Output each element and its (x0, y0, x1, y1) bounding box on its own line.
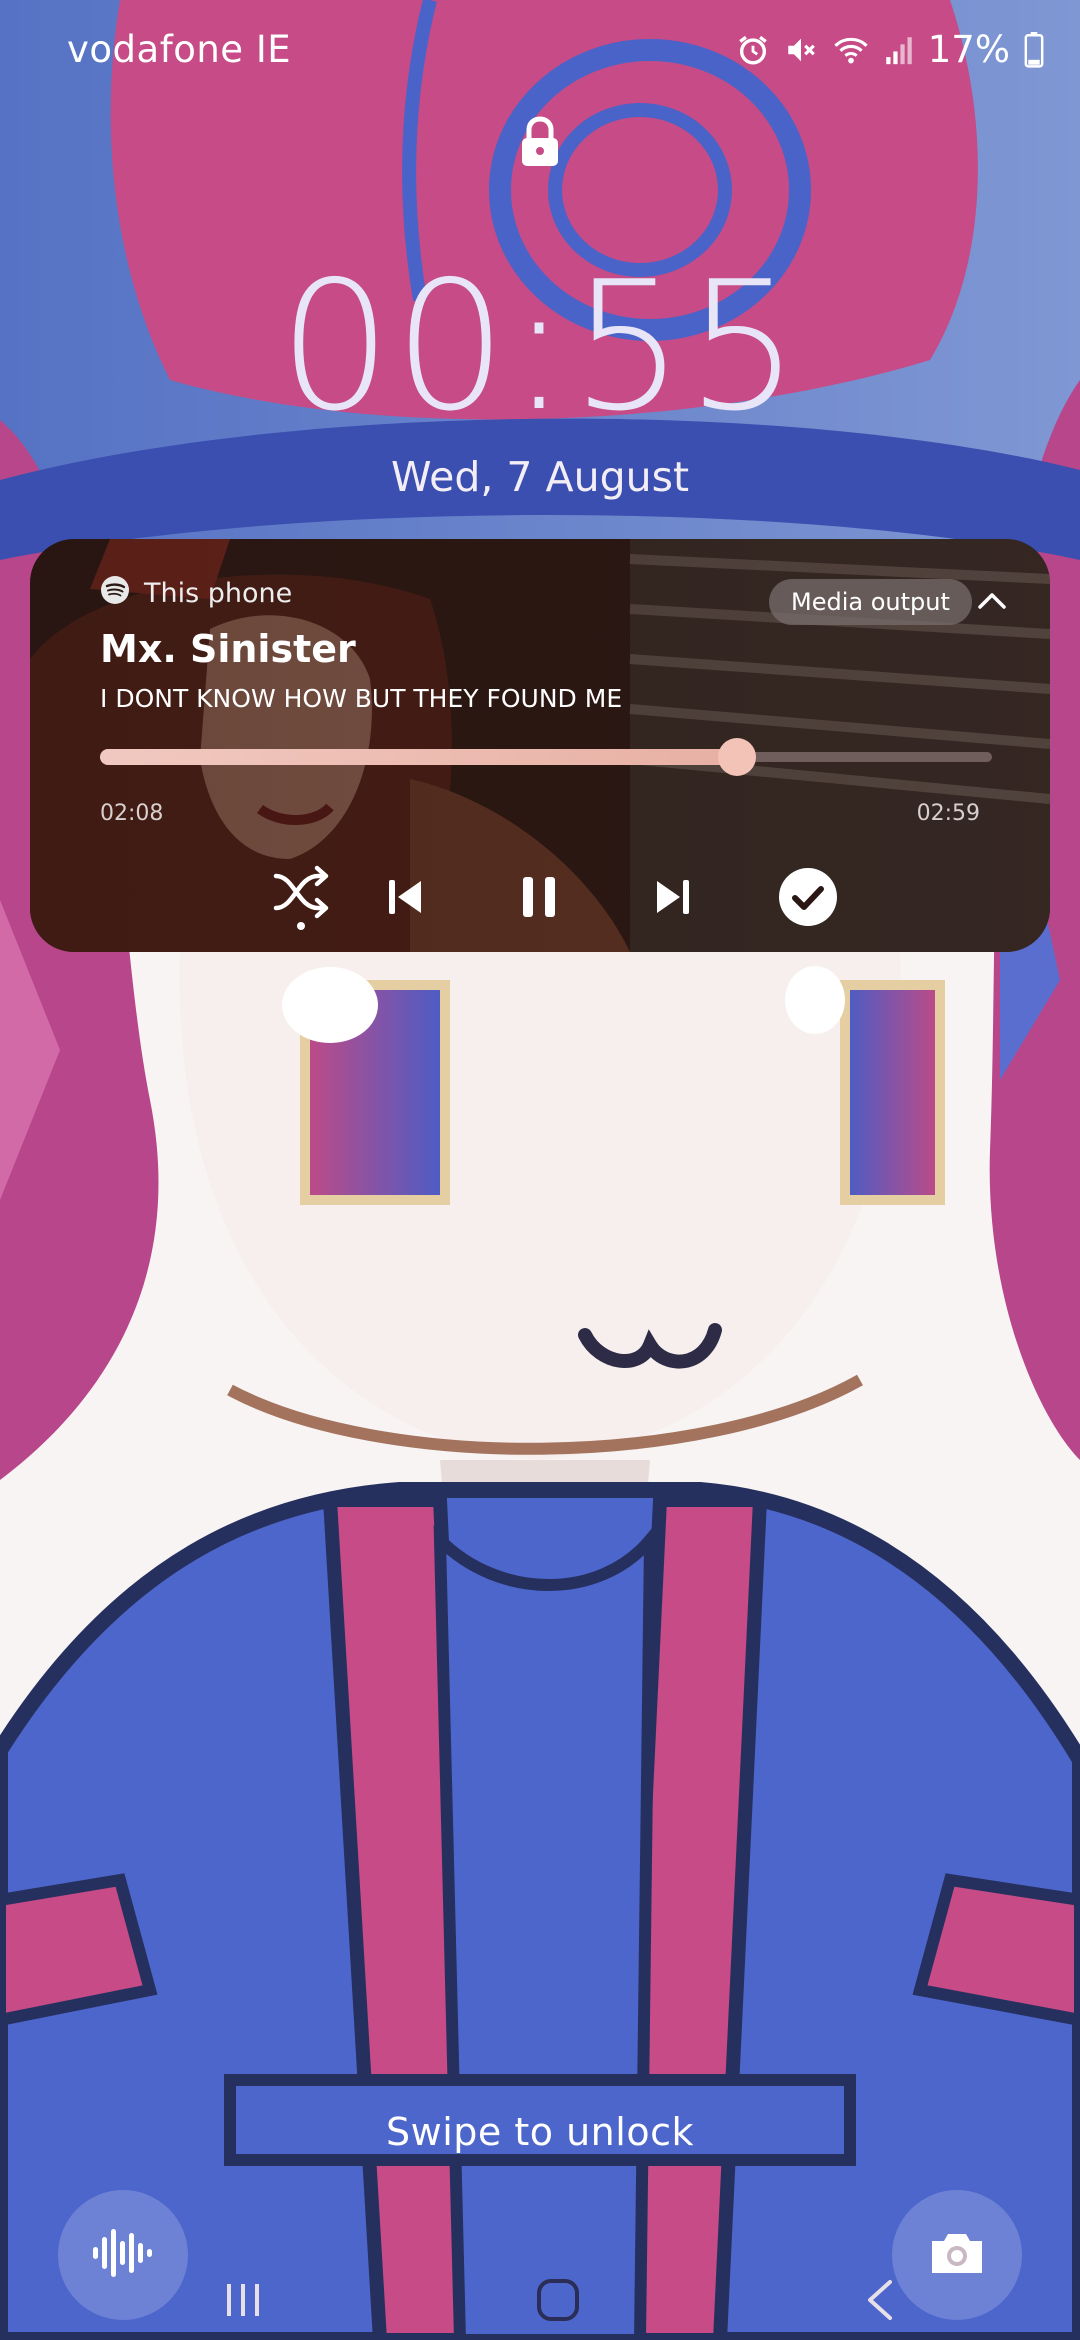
seekbar-fill (100, 749, 737, 765)
media-player-card[interactable]: This phone Media output Mx. Sinister I D… (30, 539, 1050, 952)
previous-icon[interactable] (366, 857, 446, 937)
track-artist: I DONT KNOW HOW BUT THEY FOUND ME (100, 684, 623, 713)
back-icon[interactable] (850, 2270, 910, 2330)
seekbar-thumb[interactable] (717, 738, 756, 776)
swipe-to-unlock-text: Swipe to unlock (386, 2110, 694, 2154)
media-output-button[interactable]: Media output (769, 579, 972, 625)
lock-screen: vodafone IE 17% 00:55 Wed, 7 August This… (0, 0, 1080, 2340)
track-title: Mx. Sinister (100, 627, 356, 671)
playback-controls (30, 857, 1050, 937)
wifi-icon (832, 33, 870, 67)
clock-time: 00:55 (278, 243, 802, 450)
elapsed-time: 02:08 (100, 801, 164, 826)
status-bar: vodafone IE 17% (0, 0, 1080, 100)
media-source: This phone (100, 575, 292, 612)
alarm-icon (736, 33, 770, 67)
next-icon[interactable] (632, 857, 712, 937)
clock-date: Wed, 7 August (390, 453, 690, 501)
shuffle-icon[interactable] (263, 857, 343, 937)
mute-icon (784, 33, 818, 67)
pause-icon[interactable] (499, 857, 579, 937)
recent-apps-icon[interactable] (213, 2270, 273, 2330)
playback-seekbar[interactable] (100, 735, 992, 779)
battery-percent: 17% (927, 28, 1010, 71)
status-icons: 17% (736, 28, 1044, 71)
media-source-label: This phone (144, 578, 293, 609)
lock-icon[interactable] (518, 116, 562, 168)
spotify-icon (100, 575, 130, 612)
chevron-up-icon[interactable] (974, 583, 1010, 619)
signal-icon (884, 33, 914, 67)
navigation-bar (0, 2260, 1080, 2340)
liked-check-icon[interactable] (768, 857, 848, 937)
total-time: 02:59 (916, 801, 980, 826)
battery-icon (1024, 31, 1044, 68)
carrier-name: vodafone IE (67, 28, 292, 71)
home-icon[interactable] (528, 2270, 588, 2330)
